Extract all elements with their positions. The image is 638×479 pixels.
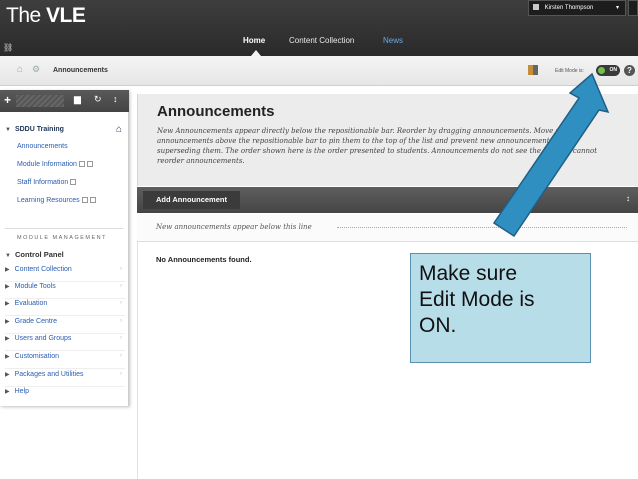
caret-down-icon: ▼ bbox=[5, 253, 11, 259]
caret-right-icon: ▶ bbox=[5, 372, 10, 378]
logo-the: The bbox=[6, 4, 47, 27]
sidebar-item-staff-information[interactable]: Staff Information bbox=[17, 179, 77, 186]
instruction-callout: Make sure Edit Mode is ON. bbox=[410, 253, 591, 363]
control-panel-item-module-tools[interactable]: ▶ Module Tools › bbox=[5, 283, 125, 299]
control-panel-item-customisation[interactable]: ▶ Customisation › bbox=[5, 353, 125, 369]
control-panel-item-help[interactable]: ▶ Help bbox=[5, 388, 125, 404]
chevron-right-icon: › bbox=[120, 266, 122, 272]
sidebar-item-announcements[interactable]: Announcements bbox=[17, 143, 68, 150]
divider bbox=[5, 228, 123, 229]
site-logo[interactable]: The VLE bbox=[6, 4, 86, 28]
user-menu[interactable]: Kirsten Thompson ▾ bbox=[528, 0, 626, 16]
empty-message: No Announcements found. bbox=[156, 255, 252, 264]
caret-right-icon: ▶ bbox=[5, 267, 10, 273]
control-panel-item-label: Users and Groups bbox=[14, 335, 72, 342]
chevron-right-icon: › bbox=[120, 300, 122, 306]
edit-icon bbox=[81, 197, 88, 204]
course-home-icon[interactable]: ⌂ bbox=[116, 124, 122, 135]
page-title: Announcements bbox=[157, 103, 275, 120]
chevron-right-icon: › bbox=[120, 318, 122, 324]
logo-vle: VLE bbox=[46, 4, 86, 27]
control-panel-item-label: Module Tools bbox=[14, 283, 56, 290]
tab-content-collection[interactable]: Content Collection bbox=[289, 36, 354, 45]
caret-right-icon: ▶ bbox=[5, 336, 10, 342]
home-icon[interactable]: ⌂ bbox=[17, 64, 23, 75]
chevron-right-icon: › bbox=[120, 283, 122, 289]
header-extra-button[interactable] bbox=[628, 0, 638, 16]
control-panel-item-content-collection[interactable]: ▶ Content Collection › bbox=[5, 266, 125, 282]
tab-news[interactable]: News bbox=[383, 36, 403, 45]
options-icon bbox=[86, 161, 93, 168]
sidebar-item-label: Staff Information bbox=[17, 179, 69, 186]
control-panel-item-label: Help bbox=[14, 388, 30, 395]
control-panel-item-label: Packages and Utilities bbox=[14, 371, 84, 378]
control-panel-item-label: Customisation bbox=[14, 353, 59, 360]
caret-right-icon: ▶ bbox=[5, 319, 10, 325]
caret-right-icon: ▶ bbox=[5, 389, 10, 395]
control-panel-item-grade-centre[interactable]: ▶ Grade Centre › bbox=[5, 318, 125, 334]
breadcrumb-current: Announcements bbox=[53, 67, 108, 74]
tab-home[interactable]: Home bbox=[243, 36, 265, 45]
pointer-arrow-icon bbox=[492, 72, 610, 238]
sidebar-item-label: Announcements bbox=[17, 143, 68, 150]
control-panel-item-users-and-groups[interactable]: ▶ Users and Groups › bbox=[5, 335, 125, 351]
add-announcement-button[interactable]: Add Announcement bbox=[143, 191, 240, 209]
edit-icon bbox=[78, 161, 85, 168]
avatar bbox=[533, 4, 539, 11]
add-menu-item-icon[interactable]: + bbox=[4, 93, 11, 107]
callout-line-2: Edit Mode is bbox=[419, 288, 535, 311]
help-icon[interactable]: ? bbox=[624, 65, 635, 76]
options-icon bbox=[89, 197, 96, 204]
caret-right-icon: ▶ bbox=[5, 354, 10, 360]
refresh-icon[interactable]: ↻ bbox=[94, 94, 102, 105]
caret-right-icon: ▶ bbox=[5, 301, 10, 307]
control-panel-item-packages-and-utilities[interactable]: ▶ Packages and Utilities › bbox=[5, 371, 125, 387]
control-panel-label: Control Panel bbox=[14, 250, 64, 259]
callout-line-3: ON. bbox=[419, 314, 457, 337]
course-title[interactable]: ▼ SDDU Training bbox=[5, 126, 64, 133]
chevron-right-icon: › bbox=[120, 353, 122, 359]
course-menu: + ▆ ↻ ↕ ▼ SDDU Training ⌂ Announcements M… bbox=[0, 90, 129, 406]
gear-icon[interactable]: ⚙ bbox=[32, 64, 40, 75]
top-header: The VLE Kirsten Thompson ▾ ⛓ Home Conten… bbox=[0, 0, 638, 56]
chevron-down-icon: ▾ bbox=[615, 5, 619, 11]
chevron-right-icon: › bbox=[120, 335, 122, 341]
arrow-shape bbox=[492, 72, 610, 238]
caret-right-icon: ▶ bbox=[5, 284, 10, 290]
callout-line-1: Make sure bbox=[419, 262, 518, 285]
control-panel-item-label: Evaluation bbox=[14, 300, 48, 307]
edit-icon bbox=[70, 179, 77, 186]
caret-down-icon: ▼ bbox=[5, 127, 11, 133]
link-icon: ⛓ bbox=[3, 43, 14, 52]
control-panel-item-label: Grade Centre bbox=[14, 318, 58, 325]
control-panel-item-label: Content Collection bbox=[14, 266, 72, 273]
module-management-heading: MODULE MANAGEMENT bbox=[17, 235, 107, 241]
control-panel-heading[interactable]: ▼ Control Panel bbox=[5, 250, 64, 259]
user-name: Kirsten Thompson bbox=[544, 5, 594, 11]
course-menu-toolbar: + ▆ ↻ ↕ bbox=[0, 90, 129, 112]
sidebar-item-learning-resources[interactable]: Learning Resources bbox=[17, 197, 96, 204]
sidebar-item-module-information[interactable]: Module Information bbox=[17, 161, 93, 168]
chevron-right-icon: › bbox=[120, 371, 122, 377]
control-panel-item-evaluation[interactable]: ▶ Evaluation › bbox=[5, 300, 125, 316]
reorder-icon[interactable]: ↕ bbox=[113, 94, 118, 104]
course-title-text: SDDU Training bbox=[14, 126, 64, 133]
sort-icon[interactable]: ↕ bbox=[626, 194, 630, 203]
sidebar-item-label: Learning Resources bbox=[17, 197, 80, 204]
folder-view-icon[interactable]: ▆ bbox=[74, 94, 81, 105]
menu-drag-handle[interactable] bbox=[16, 95, 64, 107]
sidebar-item-label: Module Information bbox=[17, 161, 77, 168]
repositionable-bar-label: New announcements appear below this line bbox=[156, 223, 312, 231]
